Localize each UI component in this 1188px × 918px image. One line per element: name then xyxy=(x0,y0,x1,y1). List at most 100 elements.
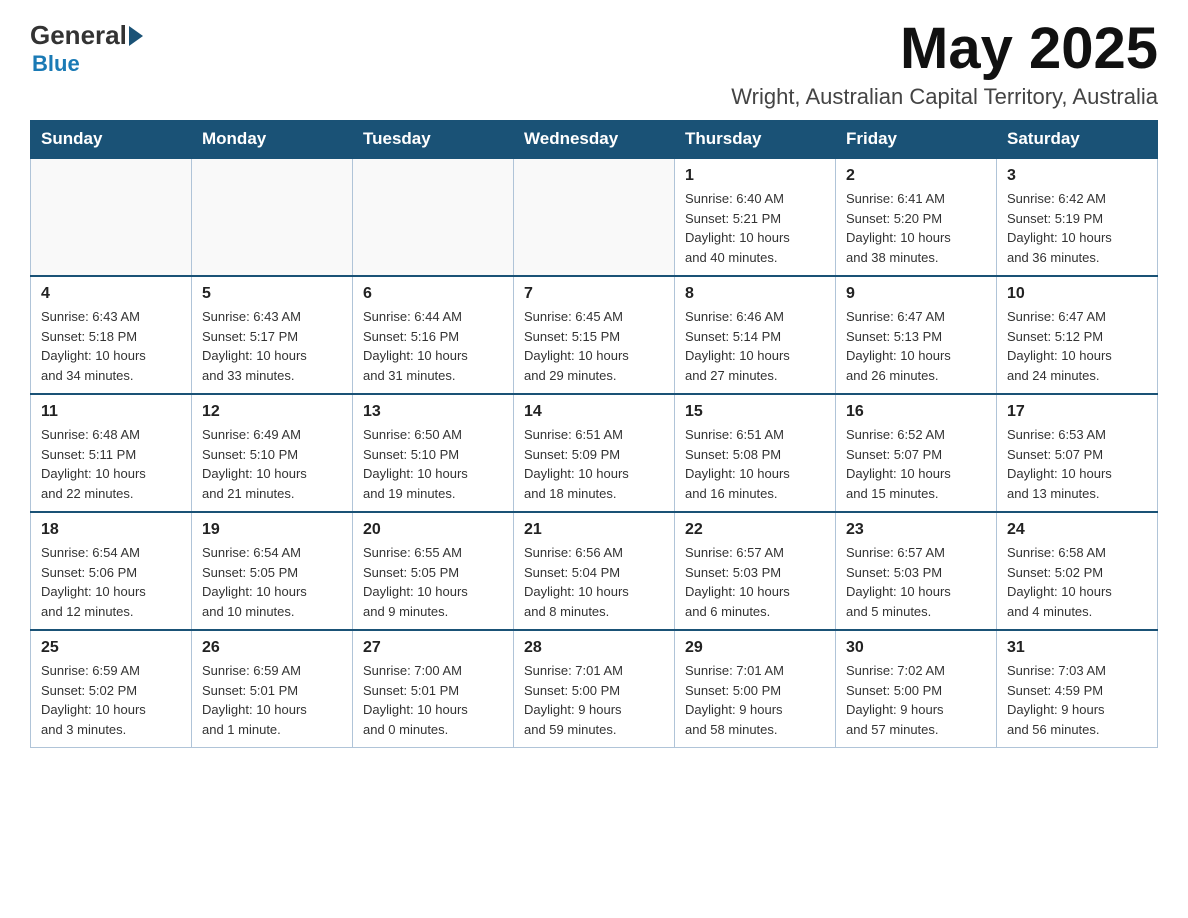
day-info: Sunrise: 6:56 AM Sunset: 5:04 PM Dayligh… xyxy=(524,543,664,621)
calendar-cell: 12Sunrise: 6:49 AM Sunset: 5:10 PM Dayli… xyxy=(192,394,353,512)
day-info: Sunrise: 6:44 AM Sunset: 5:16 PM Dayligh… xyxy=(363,307,503,385)
calendar-cell: 18 Sunrise: 6:54 AM Sunset: 5:06 PM Dayli… xyxy=(31,512,192,630)
day-number: 1 xyxy=(685,167,825,185)
day-info: Sunrise: 6:59 AM Sunset: 5:01 PM Dayligh… xyxy=(202,661,342,739)
day-number: 6 xyxy=(363,285,503,303)
day-info: Sunrise: 7:01 AM Sunset: 5:00 PM Dayligh… xyxy=(524,661,664,739)
day-number: 3 xyxy=(1007,167,1147,185)
day-number: 5 xyxy=(202,285,342,303)
calendar-week-row: 1Sunrise: 6:40 AM Sunset: 5:21 PM Daylig… xyxy=(31,158,1158,276)
day-number: 20 xyxy=(363,521,503,539)
calendar-table: SundayMondayTuesdayWednesdayThursdayFrid… xyxy=(30,120,1158,748)
calendar-cell: 24 Sunrise: 6:58 AM Sunset: 5:02 PM Dayli… xyxy=(997,512,1158,630)
calendar-cell: 1Sunrise: 6:40 AM Sunset: 5:21 PM Daylig… xyxy=(675,158,836,276)
calendar-cell: 9Sunrise: 6:47 AM Sunset: 5:13 PM Daylig… xyxy=(836,276,997,394)
calendar-cell: 26Sunrise: 6:59 AM Sunset: 5:01 PM Dayli… xyxy=(192,630,353,748)
calendar-cell: 21 Sunrise: 6:56 AM Sunset: 5:04 PM Dayli… xyxy=(514,512,675,630)
day-number: 2 xyxy=(846,167,986,185)
day-number: 21 xyxy=(524,521,664,539)
calendar-week-row: 18 Sunrise: 6:54 AM Sunset: 5:06 PM Dayli… xyxy=(31,512,1158,630)
day-number: 17 xyxy=(1007,403,1147,421)
calendar-cell: 6 Sunrise: 6:44 AM Sunset: 5:16 PM Daylig… xyxy=(353,276,514,394)
calendar-cell: 11Sunrise: 6:48 AM Sunset: 5:11 PM Dayli… xyxy=(31,394,192,512)
calendar-cell: 31 Sunrise: 7:03 AM Sunset: 4:59 PM Dayli… xyxy=(997,630,1158,748)
calendar-week-row: 11Sunrise: 6:48 AM Sunset: 5:11 PM Dayli… xyxy=(31,394,1158,512)
page-header: General Blue May 2025 Wright, Australian… xyxy=(30,20,1158,110)
day-number: 13 xyxy=(363,403,503,421)
day-info: Sunrise: 6:43 AM Sunset: 5:18 PM Dayligh… xyxy=(41,307,181,385)
day-number: 31 xyxy=(1007,639,1147,657)
day-info: Sunrise: 6:46 AM Sunset: 5:14 PM Dayligh… xyxy=(685,307,825,385)
day-info: Sunrise: 6:54 AM Sunset: 5:06 PM Dayligh… xyxy=(41,543,181,621)
day-number: 7 xyxy=(524,285,664,303)
day-number: 14 xyxy=(524,403,664,421)
logo-blue-text: Blue xyxy=(32,51,80,77)
calendar-cell: 8 Sunrise: 6:46 AM Sunset: 5:14 PM Daylig… xyxy=(675,276,836,394)
day-info: Sunrise: 6:49 AM Sunset: 5:10 PM Dayligh… xyxy=(202,425,342,503)
calendar-cell: 16 Sunrise: 6:52 AM Sunset: 5:07 PM Dayli… xyxy=(836,394,997,512)
day-number: 23 xyxy=(846,521,986,539)
day-info: Sunrise: 7:02 AM Sunset: 5:00 PM Dayligh… xyxy=(846,661,986,739)
day-number: 16 xyxy=(846,403,986,421)
day-info: Sunrise: 6:45 AM Sunset: 5:15 PM Dayligh… xyxy=(524,307,664,385)
day-info: Sunrise: 6:53 AM Sunset: 5:07 PM Dayligh… xyxy=(1007,425,1147,503)
day-info: Sunrise: 6:41 AM Sunset: 5:20 PM Dayligh… xyxy=(846,189,986,267)
calendar-cell: 20 Sunrise: 6:55 AM Sunset: 5:05 PM Dayli… xyxy=(353,512,514,630)
day-number: 28 xyxy=(524,639,664,657)
day-info: Sunrise: 6:57 AM Sunset: 5:03 PM Dayligh… xyxy=(846,543,986,621)
day-info: Sunrise: 6:52 AM Sunset: 5:07 PM Dayligh… xyxy=(846,425,986,503)
month-title: May 2025 xyxy=(731,20,1158,78)
day-number: 25 xyxy=(41,639,181,657)
calendar-cell: 29Sunrise: 7:01 AM Sunset: 5:00 PM Dayli… xyxy=(675,630,836,748)
calendar-cell: 17 Sunrise: 6:53 AM Sunset: 5:07 PM Dayli… xyxy=(997,394,1158,512)
calendar-cell: 22Sunrise: 6:57 AM Sunset: 5:03 PM Dayli… xyxy=(675,512,836,630)
calendar-cell: 27 Sunrise: 7:00 AM Sunset: 5:01 PM Dayli… xyxy=(353,630,514,748)
day-number: 27 xyxy=(363,639,503,657)
day-info: Sunrise: 6:54 AM Sunset: 5:05 PM Dayligh… xyxy=(202,543,342,621)
day-number: 19 xyxy=(202,521,342,539)
day-number: 10 xyxy=(1007,285,1147,303)
weekday-header: Friday xyxy=(836,121,997,159)
day-number: 11 xyxy=(41,403,181,421)
calendar-cell: 15 Sunrise: 6:51 AM Sunset: 5:08 PM Dayli… xyxy=(675,394,836,512)
day-info: Sunrise: 6:43 AM Sunset: 5:17 PM Dayligh… xyxy=(202,307,342,385)
day-number: 18 xyxy=(41,521,181,539)
calendar-cell: 23 Sunrise: 6:57 AM Sunset: 5:03 PM Dayli… xyxy=(836,512,997,630)
calendar-cell: 25 Sunrise: 6:59 AM Sunset: 5:02 PM Dayli… xyxy=(31,630,192,748)
calendar-cell: 10Sunrise: 6:47 AM Sunset: 5:12 PM Dayli… xyxy=(997,276,1158,394)
calendar-cell: 7 Sunrise: 6:45 AM Sunset: 5:15 PM Daylig… xyxy=(514,276,675,394)
day-info: Sunrise: 6:51 AM Sunset: 5:09 PM Dayligh… xyxy=(524,425,664,503)
day-info: Sunrise: 6:58 AM Sunset: 5:02 PM Dayligh… xyxy=(1007,543,1147,621)
day-number: 4 xyxy=(41,285,181,303)
calendar-cell: 13 Sunrise: 6:50 AM Sunset: 5:10 PM Dayli… xyxy=(353,394,514,512)
day-number: 29 xyxy=(685,639,825,657)
day-info: Sunrise: 7:03 AM Sunset: 4:59 PM Dayligh… xyxy=(1007,661,1147,739)
calendar-cell xyxy=(31,158,192,276)
day-info: Sunrise: 6:51 AM Sunset: 5:08 PM Dayligh… xyxy=(685,425,825,503)
day-number: 22 xyxy=(685,521,825,539)
calendar-cell: 4 Sunrise: 6:43 AM Sunset: 5:18 PM Daylig… xyxy=(31,276,192,394)
day-number: 24 xyxy=(1007,521,1147,539)
day-info: Sunrise: 6:50 AM Sunset: 5:10 PM Dayligh… xyxy=(363,425,503,503)
day-number: 15 xyxy=(685,403,825,421)
weekday-header: Thursday xyxy=(675,121,836,159)
weekday-header: Saturday xyxy=(997,121,1158,159)
logo: General Blue xyxy=(30,20,145,77)
calendar-cell xyxy=(192,158,353,276)
weekday-header-row: SundayMondayTuesdayWednesdayThursdayFrid… xyxy=(31,121,1158,159)
day-number: 8 xyxy=(685,285,825,303)
day-info: Sunrise: 6:55 AM Sunset: 5:05 PM Dayligh… xyxy=(363,543,503,621)
day-info: Sunrise: 7:00 AM Sunset: 5:01 PM Dayligh… xyxy=(363,661,503,739)
weekday-header: Sunday xyxy=(31,121,192,159)
weekday-header: Wednesday xyxy=(514,121,675,159)
calendar-week-row: 4 Sunrise: 6:43 AM Sunset: 5:18 PM Daylig… xyxy=(31,276,1158,394)
day-info: Sunrise: 6:59 AM Sunset: 5:02 PM Dayligh… xyxy=(41,661,181,739)
weekday-header: Tuesday xyxy=(353,121,514,159)
calendar-week-row: 25 Sunrise: 6:59 AM Sunset: 5:02 PM Dayli… xyxy=(31,630,1158,748)
logo-general-text: General xyxy=(30,20,127,51)
day-info: Sunrise: 6:47 AM Sunset: 5:13 PM Dayligh… xyxy=(846,307,986,385)
calendar-cell: 19 Sunrise: 6:54 AM Sunset: 5:05 PM Dayli… xyxy=(192,512,353,630)
calendar-cell xyxy=(353,158,514,276)
calendar-cell: 3Sunrise: 6:42 AM Sunset: 5:19 PM Daylig… xyxy=(997,158,1158,276)
title-section: May 2025 Wright, Australian Capital Terr… xyxy=(731,20,1158,110)
